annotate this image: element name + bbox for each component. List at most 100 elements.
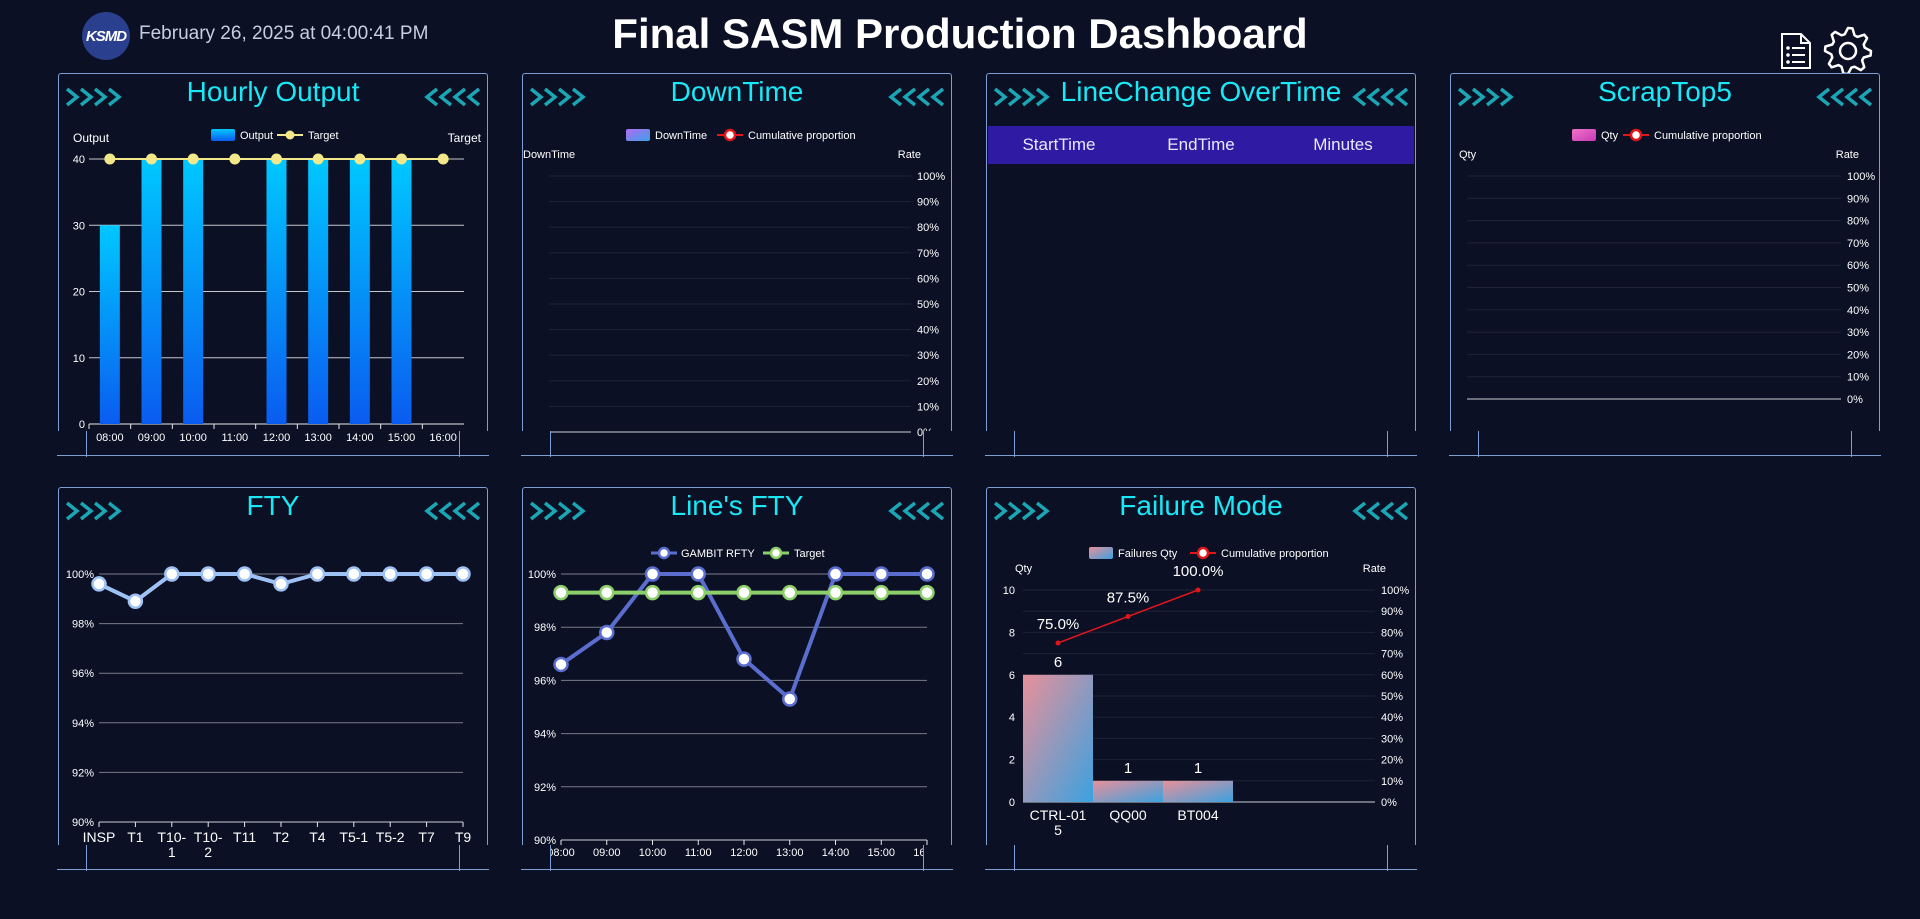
y2-axis-title: Rate — [898, 149, 921, 161]
y2-tick-label: 90% — [917, 197, 939, 209]
data-point — [919, 566, 935, 582]
data-point — [644, 566, 661, 582]
x-tick-label: 09:00 — [593, 847, 621, 859]
bar-failures — [1023, 674, 1093, 802]
dashboard-root: KSMD February 26, 2025 at 04:00:41 PM Fi… — [0, 0, 1920, 919]
bar-output — [141, 159, 162, 424]
legend-target-label: Target — [794, 548, 825, 560]
data-point — [200, 566, 216, 582]
target-point — [146, 153, 157, 165]
x-tick-label: 08:00 — [547, 847, 575, 859]
x-tick-label: 1 — [168, 844, 176, 860]
downtime-chart: DownTime Cumulative proportion DownTime Rat… — [523, 128, 945, 439]
cumulative-point — [1195, 587, 1201, 593]
y2-tick-label: 100% — [1847, 171, 1875, 183]
x-tick-label: 5 — [1054, 822, 1062, 838]
legend-cumulative-label: Cumulative proportion — [1221, 548, 1329, 560]
x-tick-label: T10- — [194, 829, 223, 845]
panel-downtime: DownTime DownTime Cumulative proportion Do… — [521, 73, 953, 457]
panel-hourly-output: Hourly Output Output Target Output Target 0 1… — [57, 73, 489, 457]
y-tick-label: 20 — [73, 287, 85, 299]
y2-tick-label: 70% — [1847, 238, 1869, 250]
data-point — [690, 566, 706, 582]
x-tick-label: 08:00 — [96, 432, 124, 444]
gear-icon[interactable] — [1823, 26, 1873, 76]
y-tick-label: 10 — [73, 353, 85, 365]
data-point — [599, 584, 615, 601]
target-point — [312, 153, 324, 165]
data-point — [164, 566, 180, 582]
y2-tick-label: 50% — [1847, 283, 1869, 295]
bar-output — [349, 159, 370, 424]
x-tick-label: T2 — [273, 829, 290, 845]
data-point — [919, 584, 935, 601]
y2-tick-label: 20% — [1381, 755, 1403, 767]
x-tick-label: 13:00 — [776, 847, 804, 859]
legend-bar-label: Failures Qty — [1118, 548, 1178, 560]
legend-target-label: Target — [308, 130, 339, 142]
cumulative-value-label: 100.0% — [1173, 563, 1224, 580]
data-point — [782, 584, 798, 601]
legend-cumulative-label: Cumulative proportion — [748, 130, 856, 142]
bar-output — [266, 159, 287, 424]
y2-axis-title: Rate — [1363, 563, 1386, 575]
data-point — [91, 576, 107, 592]
legend-cumulative-marker — [1196, 546, 1210, 560]
y2-tick-label: 70% — [1381, 649, 1403, 661]
line-fty-chart: 90%92%94%96%98%100%08:00 09:00 10:00 11:00 1… — [528, 546, 941, 859]
y-tick-label: 98% — [72, 619, 94, 631]
legend-bar-swatch — [1572, 129, 1596, 141]
target-point — [354, 153, 366, 165]
y-tick-label: 96% — [72, 668, 94, 680]
data-point — [553, 584, 569, 601]
x-tick-label: T9 — [455, 829, 472, 845]
target-point — [229, 153, 241, 165]
legend-bar-label: DownTime — [655, 130, 707, 142]
x-tick-label: BT004 — [1177, 807, 1218, 823]
y2-tick-label: 20% — [1847, 349, 1869, 361]
x-tick-label: T4 — [309, 829, 326, 845]
panel-failure-mode: Failure Mode Failures Qty Cumulative prop… — [985, 487, 1417, 871]
x-tick-label: 14:00 — [346, 432, 374, 444]
x-tick-label: 15:00 — [867, 847, 895, 859]
data-point — [736, 584, 752, 601]
data-point — [599, 624, 615, 641]
data-point — [236, 566, 253, 582]
legend-rfty-marker — [657, 546, 671, 560]
legend-cumulative-label: Cumulative proportion — [1654, 130, 1762, 142]
y-tick-label: 8 — [1009, 627, 1015, 639]
cumulative-point — [1055, 640, 1061, 646]
x-tick-label: QQ00 — [1109, 807, 1147, 823]
y-tick-label: 100% — [528, 569, 556, 581]
report-list-icon[interactable] — [1779, 32, 1813, 70]
y-tick-label: 90% — [72, 817, 94, 829]
legend-target-marker — [285, 130, 295, 140]
x-tick-label: CTRL-01 — [1030, 807, 1087, 823]
data-point — [644, 584, 661, 601]
column-endtime[interactable]: EndTime — [1130, 135, 1272, 155]
column-starttime[interactable]: StartTime — [988, 135, 1130, 155]
y2-tick-label: 30% — [1847, 327, 1869, 339]
cumulative-value-label: 87.5% — [1107, 590, 1150, 607]
x-tick-label: 15:00 — [388, 432, 416, 444]
y-tick-label: 98% — [534, 622, 556, 634]
column-minutes[interactable]: Minutes — [1272, 135, 1414, 155]
bar-output — [183, 159, 204, 424]
x-tick-label: 11:00 — [221, 432, 248, 444]
y2-tick-label: 30% — [1381, 733, 1403, 745]
linechange-table-header: StartTime EndTime Minutes — [988, 126, 1414, 164]
y2-tick-label: 40% — [1381, 712, 1403, 724]
target-point — [271, 153, 282, 165]
bar-output — [99, 225, 120, 424]
y2-tick-label: 70% — [917, 248, 939, 260]
cumulative-value-label: 75.0% — [1037, 616, 1080, 633]
x-tick-label: 13:00 — [304, 432, 332, 444]
legend-rfty-label: GAMBIT RFTY — [681, 548, 755, 560]
y-tick-label: 92% — [72, 767, 94, 779]
target-point — [396, 153, 407, 165]
x-tick-label: T10- — [157, 829, 186, 845]
data-point — [873, 566, 889, 582]
x-tick-label: 12:00 — [730, 847, 758, 859]
y2-tick-label: 80% — [1847, 216, 1869, 228]
y2-tick-label: 90% — [1847, 193, 1869, 205]
